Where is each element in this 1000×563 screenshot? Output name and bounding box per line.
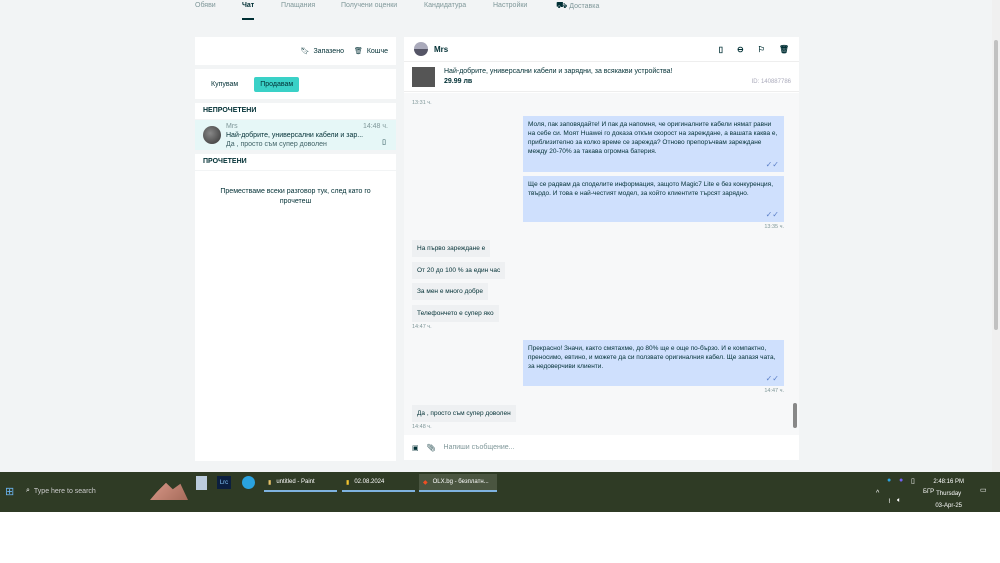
clock[interactable]: 2:48:16 PM Thursday 03-Apr-25 bbox=[933, 476, 964, 512]
empty-read-text: Преместваме всеки разговор тук, след кат… bbox=[195, 171, 396, 461]
search-icon: ⌕ bbox=[26, 487, 30, 494]
incoming-message: От 20 до 100 % за един час bbox=[412, 262, 506, 279]
nav-settings[interactable]: Настройки bbox=[493, 2, 527, 9]
trash-icon[interactable]: 🗑︎ bbox=[779, 45, 789, 54]
conversation-last-message: Да , просто съм супер доволен bbox=[226, 141, 327, 148]
read-check-icon: ✓✓ bbox=[765, 374, 779, 383]
outgoing-message: Моля, пак заповядайте! И пак да напомня,… bbox=[523, 116, 784, 172]
nav-ads[interactable]: Обяви bbox=[195, 2, 216, 9]
conversation-name: Mrs bbox=[226, 123, 238, 130]
viber-tray-icon[interactable]: ● bbox=[899, 477, 903, 484]
taskbar-search[interactable]: ⌕ Type here to search bbox=[26, 487, 96, 495]
timestamp: 13:35 ч. bbox=[764, 224, 784, 230]
composer: ▣ 📎︎ Напиши съобщение... bbox=[404, 435, 799, 460]
message-text: Моля, пак заповядайте! И пак да напомня,… bbox=[528, 121, 778, 155]
trash-button[interactable]: 🗑︎ Кошче bbox=[353, 47, 388, 56]
read-heading: ПРОЧЕТЕНИ bbox=[195, 154, 396, 170]
flag-icon[interactable]: ⚐ bbox=[758, 45, 765, 54]
message-list: 13:31 ч. Моля, пак заповядайте! И пак да… bbox=[404, 93, 799, 435]
avatar bbox=[203, 126, 221, 144]
incoming-message: За мен е много добре bbox=[412, 283, 488, 300]
conversations-panel: 🔖︎ Запазено 🗑︎ Кошче Купувам Продавам НЕПР… bbox=[195, 37, 396, 461]
incoming-message: На първо зареждане е bbox=[412, 240, 491, 257]
folder-icon: ▮ bbox=[346, 479, 350, 486]
ad-id: ID: 140887786 bbox=[751, 79, 791, 85]
usb-icon[interactable]: ▯ bbox=[911, 477, 915, 485]
trash-icon: 🗑︎ bbox=[353, 48, 363, 55]
nav-delivery[interactable]: ⛟ Доставка bbox=[556, 0, 599, 12]
taskbar: ⊞ ⌕ Type here to search Lrc ▮ untitled - P… bbox=[0, 472, 1000, 512]
windows-start-icon[interactable]: ⊞ bbox=[5, 485, 14, 498]
message-text: Ще се радвам да споделите информация, за… bbox=[528, 181, 773, 197]
outgoing-message: Прекрасно! Значи, както смятахме, до 80%… bbox=[523, 340, 784, 386]
show-hidden-icons[interactable]: ^ bbox=[876, 490, 879, 497]
conversation-item[interactable]: Mrs Най-добрите, универсални кабели и за… bbox=[195, 120, 396, 150]
attachment-icon[interactable]: 📎︎ bbox=[427, 444, 436, 452]
timestamp: 14:47 ч. bbox=[412, 324, 432, 330]
message-input[interactable]: Напиши съобщение... bbox=[444, 444, 515, 451]
paint-icon: ▮ bbox=[268, 479, 272, 486]
bookmark-icon[interactable]: ▯ bbox=[382, 138, 386, 146]
telegram-tray-icon[interactable]: ● bbox=[887, 477, 891, 484]
ad-title: Най-добрите, универсални кабели и зарядн… bbox=[444, 68, 673, 75]
taskbar-app-browser[interactable]: ◆ OLX.bg - безплатн... bbox=[419, 474, 497, 492]
saved-button[interactable]: 🔖︎ Запазено bbox=[300, 47, 344, 56]
nav-application[interactable]: Кандидатура bbox=[424, 2, 466, 9]
taskbar-app-folder[interactable]: ▮ 02.08.2024 bbox=[342, 474, 415, 492]
chat-scrollbar[interactable] bbox=[793, 403, 797, 428]
telegram-icon[interactable] bbox=[242, 476, 255, 489]
timestamp: 14:47 ч. bbox=[764, 388, 784, 394]
network-icon[interactable]: ⌇ bbox=[888, 498, 891, 505]
ad-summary[interactable]: Най-добрите, универсални кабели и зарядн… bbox=[404, 62, 799, 92]
nav-chat[interactable]: Чат bbox=[242, 2, 255, 20]
timestamp: 14:48 ч. bbox=[412, 424, 432, 430]
nav-ratings[interactable]: Получени оценки bbox=[341, 2, 397, 9]
ad-thumbnail bbox=[412, 67, 435, 87]
notifications-icon[interactable]: ▭ bbox=[980, 486, 987, 494]
block-icon[interactable]: ⊖ bbox=[737, 45, 744, 54]
incoming-message: Телефончето е супер яко bbox=[412, 305, 499, 322]
notepad-icon[interactable] bbox=[196, 476, 207, 490]
avatar bbox=[414, 42, 428, 56]
chat-panel: Mrs ▯ ⊖ ⚐ 🗑︎ Най-добрите, универсални ка… bbox=[404, 37, 799, 460]
page: Обяви Чат Плащания Получени оценки Канди… bbox=[0, 0, 992, 472]
conversation-title: Най-добрите, универсални кабели и зар... bbox=[226, 132, 364, 139]
ad-price: 29.99 лв bbox=[444, 78, 473, 85]
tab-selling[interactable]: Продавам bbox=[254, 76, 300, 92]
brave-icon: ◆ bbox=[423, 479, 428, 486]
message-text: Прекрасно! Значи, както смятахме, до 80%… bbox=[528, 345, 776, 370]
volume-icon[interactable]: 🔈︎ bbox=[897, 497, 901, 505]
outgoing-message: Ще се радвам да споделите информация, за… bbox=[523, 176, 784, 222]
search-highlight-icon bbox=[150, 482, 188, 500]
unread-heading: НЕПРОЧЕТЕНИ bbox=[195, 103, 396, 119]
timestamp: 13:31 ч. bbox=[412, 100, 432, 106]
bookmark-icon[interactable]: ▯ bbox=[719, 45, 723, 54]
bookmark-icon: 🔖︎ bbox=[300, 48, 310, 55]
conversation-time: 14:48 ч. bbox=[362, 123, 388, 130]
read-check-icon: ✓✓ bbox=[765, 210, 779, 219]
incoming-message: Да , просто съм супер доволен bbox=[412, 405, 516, 422]
chat-user-name: Mrs bbox=[434, 44, 449, 54]
image-icon[interactable]: ▣ bbox=[412, 444, 419, 452]
tab-buying[interactable]: Купувам bbox=[205, 77, 244, 92]
lightroom-icon[interactable]: Lrc bbox=[217, 476, 231, 489]
read-check-icon: ✓✓ bbox=[765, 160, 779, 169]
nav-payments[interactable]: Плащания bbox=[281, 2, 315, 9]
page-scrollbar[interactable] bbox=[992, 0, 1000, 472]
taskbar-app-paint[interactable]: ▮ untitled - Paint bbox=[264, 474, 337, 492]
truck-icon: ⛟ bbox=[556, 0, 568, 10]
